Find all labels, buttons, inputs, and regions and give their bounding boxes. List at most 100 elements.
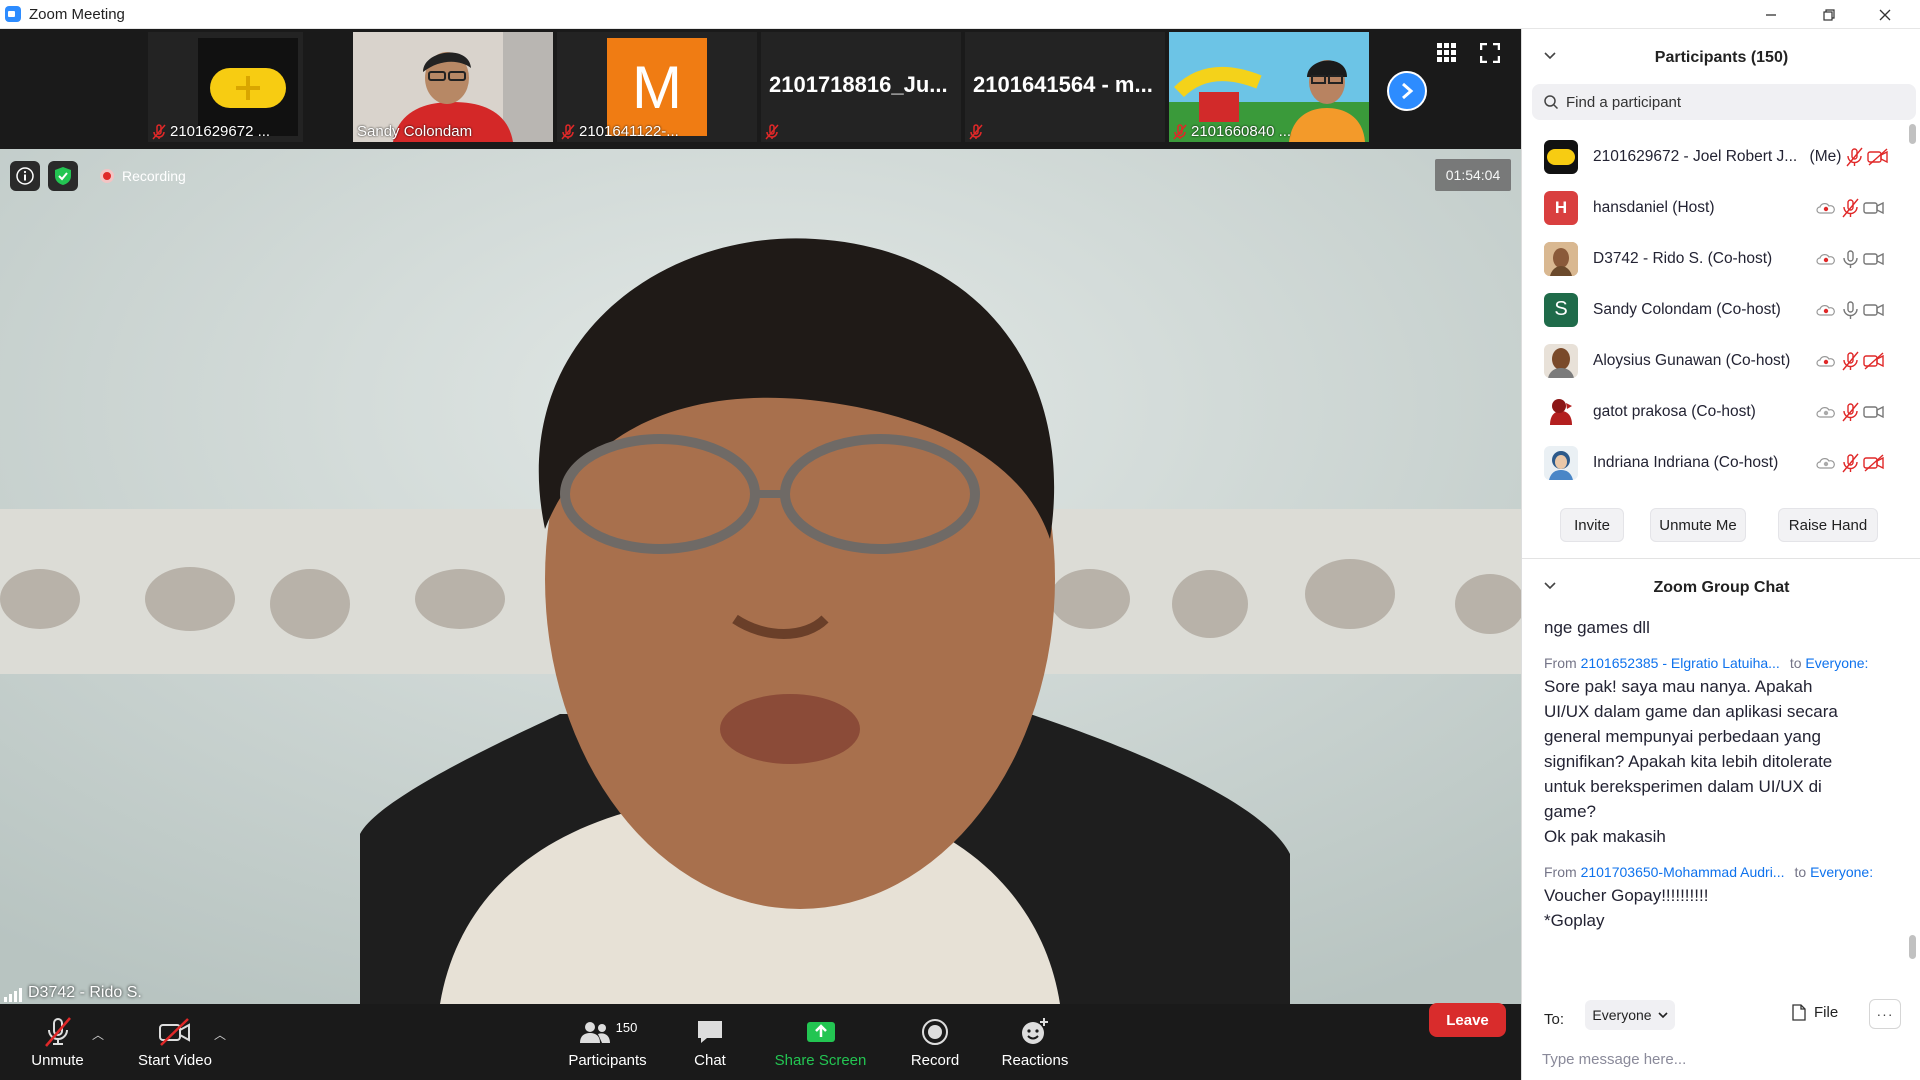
chat-message-text: Sore pak! saya mau nanya. Apakah: [1544, 677, 1813, 696]
mic-muted-icon: [1842, 198, 1859, 217]
chat-compose: To: Everyone File ··· Type message here.…: [1522, 979, 1920, 1080]
mic-on-icon: [1843, 249, 1858, 268]
mic-on-icon: [1843, 300, 1858, 319]
participant-thumbnail[interactable]: 2101718816_Ju...: [761, 32, 961, 142]
recipient-value: Everyone: [1592, 1007, 1652, 1023]
video-stage: 2101629672 ... Sandy Colondam M 21016411…: [0, 29, 1521, 1080]
thumbnail-name: 2101629672 ...: [170, 123, 271, 140]
meeting-info-button[interactable]: [10, 161, 40, 191]
participant-thumbnail[interactable]: 2101641564 - m...: [965, 32, 1165, 142]
participant-thumbnail[interactable]: M 2101641122-...: [557, 32, 757, 142]
participant-row[interactable]: Aloysius Gunawan (Co-host): [1522, 335, 1920, 386]
recording-cloud-icon: [1816, 304, 1835, 316]
more-options-button[interactable]: ···: [1869, 999, 1901, 1029]
participant-thumbnail[interactable]: 2101629672 ...: [148, 32, 303, 142]
gallery-view-button[interactable]: [1437, 43, 1463, 69]
chevron-down-icon[interactable]: [1544, 50, 1556, 62]
participant-thumbnail[interactable]: Sandy Colondam: [353, 32, 553, 142]
audio-options-chevron-icon[interactable]: ︿: [92, 1026, 104, 1043]
chat-recipient: Everyone:: [1805, 655, 1869, 671]
avatar: [198, 38, 298, 136]
participant-search-input[interactable]: Find a participant: [1532, 84, 1916, 120]
avatar: [1544, 394, 1578, 429]
unmute-button[interactable]: Unmute: [20, 1004, 95, 1080]
start-video-label: Start Video: [138, 1052, 212, 1069]
avatar: [1544, 241, 1578, 276]
minimize-button[interactable]: [1748, 0, 1794, 29]
participant-row[interactable]: S Sandy Colondam (Co-host): [1522, 284, 1920, 335]
participant-thumbnail[interactable]: 2101660840 ...: [1169, 32, 1369, 142]
participants-icon: [579, 1022, 610, 1043]
participant-row[interactable]: 2101629672 - Joel Robert J... (Me): [1522, 131, 1920, 182]
speaker-video-feed: [0, 149, 1521, 1004]
chat-sender[interactable]: 2101652385 - Elgratio Latuiha...: [1581, 655, 1780, 671]
record-icon: [922, 1019, 948, 1045]
start-video-button[interactable]: Start Video: [130, 1004, 220, 1080]
yellow-avatar-icon: [210, 68, 286, 108]
participants-title: Participants (150): [1654, 49, 1789, 66]
mic-muted-icon: [1842, 453, 1859, 472]
chat-message-text: nge games dll: [1544, 618, 1650, 637]
mic-muted-icon: [765, 124, 779, 140]
video-on-icon: [1863, 201, 1884, 214]
raise-hand-button[interactable]: Raise Hand: [1778, 508, 1878, 542]
participant-name: Sandy Colondam (Co-host): [1593, 300, 1781, 318]
video-on-icon: [1863, 252, 1884, 265]
recipient-select[interactable]: Everyone: [1585, 1000, 1675, 1030]
participants-scrollbar[interactable]: [1909, 124, 1916, 144]
minimize-icon: [1766, 13, 1776, 16]
chevron-down-icon[interactable]: [1544, 580, 1556, 592]
close-icon: [1879, 9, 1891, 20]
avatar: S: [1544, 292, 1578, 327]
message-input[interactable]: Type message here...: [1542, 1051, 1686, 1068]
next-page-button[interactable]: [1387, 71, 1427, 111]
participant-row[interactable]: D3742 - Rido S. (Co-host): [1522, 233, 1920, 284]
chat-messages: nge games dll From 2101652385 - Elgratio…: [1544, 615, 1904, 933]
chat-recipient: Everyone:: [1810, 864, 1874, 880]
shield-icon: [55, 167, 71, 185]
recording-cloud-icon: [1816, 253, 1835, 265]
search-icon: [1544, 95, 1558, 109]
title-bar: Zoom Meeting: [0, 0, 1920, 29]
invite-button[interactable]: Invite: [1560, 508, 1624, 542]
meeting-timer: 01:54:04: [1435, 159, 1511, 191]
participants-button[interactable]: 150 Participants: [560, 1004, 655, 1080]
more-icon: ···: [1876, 1006, 1894, 1022]
chat-message-text: *Goplay: [1544, 911, 1605, 930]
share-screen-icon: [806, 1022, 835, 1042]
participant-row[interactable]: gatot prakosa (Co-host): [1522, 386, 1920, 437]
participants-count: 150: [615, 1019, 638, 1035]
participants-header: Participants (150): [1522, 30, 1920, 86]
restore-button[interactable]: [1806, 0, 1852, 29]
file-label: File: [1814, 1004, 1839, 1021]
chat-sender[interactable]: 2101703650-Mohammad Audri...: [1581, 864, 1785, 880]
restore-icon: [1823, 8, 1835, 21]
file-button[interactable]: File: [1792, 1004, 1838, 1021]
chat-message-text: untuk bereksperimen dalam UI/UX di: [1544, 777, 1822, 796]
share-screen-button[interactable]: Share Screen: [768, 1004, 873, 1080]
reactions-label: Reactions: [1001, 1052, 1069, 1069]
chat-scrollbar[interactable]: [1909, 935, 1916, 959]
chat-label: Chat: [694, 1052, 726, 1069]
video-options-chevron-icon[interactable]: ︿: [214, 1026, 226, 1043]
close-button[interactable]: [1862, 0, 1908, 29]
record-button[interactable]: Record: [900, 1004, 970, 1080]
leave-button[interactable]: Leave: [1429, 1003, 1506, 1037]
chat-message-text: Ok pak makasih: [1544, 827, 1666, 846]
security-status-button[interactable]: [48, 161, 78, 191]
participant-row[interactable]: H hansdaniel (Host): [1522, 182, 1920, 233]
reactions-icon: [1022, 1018, 1048, 1044]
recording-cloud-icon: [1816, 202, 1835, 214]
unmute-me-button[interactable]: Unmute Me: [1650, 508, 1746, 542]
participant-name: gatot prakosa (Co-host): [1593, 402, 1756, 420]
recording-label: Recording: [122, 168, 186, 184]
chat-button[interactable]: Chat: [680, 1004, 740, 1080]
video-off-icon: [159, 1018, 190, 1046]
reactions-button[interactable]: Reactions: [995, 1004, 1075, 1080]
chat-message-text: Voucher Gopay!!!!!!!!!!: [1544, 886, 1709, 905]
record-label: Record: [910, 1052, 960, 1069]
fullscreen-button[interactable]: [1479, 42, 1506, 69]
video-off-icon: [1863, 453, 1884, 472]
active-speaker-video: Recording 01:54:04 D3742 - Rido S.: [0, 149, 1521, 1004]
participant-row[interactable]: Indriana Indriana (Co-host): [1522, 437, 1920, 488]
